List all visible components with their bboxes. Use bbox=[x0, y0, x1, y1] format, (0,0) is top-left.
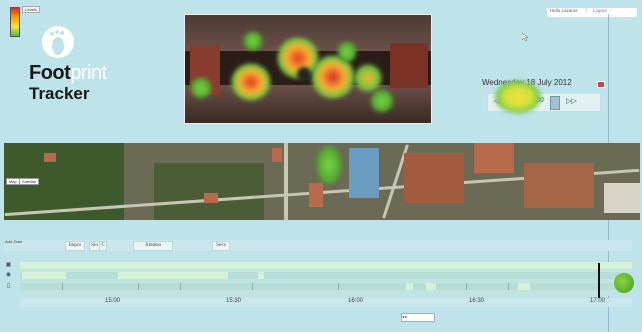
play-pause-button[interactable] bbox=[550, 96, 560, 110]
time-label: 17:00 bbox=[590, 298, 606, 304]
time-label: 15:00 bbox=[105, 298, 121, 304]
add-zone-button[interactable]: Add Zone bbox=[5, 240, 22, 244]
map-type-map-button[interactable]: Map bbox=[6, 178, 20, 185]
activity-segment[interactable] bbox=[118, 272, 228, 279]
heat-blob bbox=[337, 41, 357, 63]
timeline-tick bbox=[138, 283, 139, 290]
header-separator: | bbox=[586, 8, 588, 13]
heat-legend-gradient bbox=[10, 7, 20, 37]
heat-blob bbox=[231, 63, 271, 101]
map-building bbox=[272, 148, 282, 162]
map-building bbox=[44, 153, 56, 162]
timeline-tick bbox=[62, 283, 63, 290]
map-vegetation bbox=[154, 163, 264, 220]
camera-row-icon: ▣ bbox=[5, 262, 12, 268]
filter-chip[interactable]: Almeno bbox=[133, 241, 173, 251]
filter-chip[interactable]: Seve bbox=[212, 241, 230, 251]
filter-chip[interactable]: Impro bbox=[65, 241, 85, 251]
time-label: 15:30 bbox=[226, 298, 242, 304]
time-label: 16:00 bbox=[348, 298, 364, 304]
timeline-tick bbox=[466, 283, 467, 290]
activity-segment[interactable] bbox=[258, 272, 264, 279]
map-building bbox=[524, 163, 594, 208]
calendar-icon[interactable] bbox=[597, 81, 605, 88]
map-building bbox=[404, 153, 464, 203]
next-button[interactable]: ▷▷ bbox=[566, 97, 577, 105]
brand-name: Footprint bbox=[29, 62, 107, 84]
shelf bbox=[390, 43, 428, 88]
brand-subtitle: Tracker bbox=[29, 84, 90, 103]
map-building bbox=[604, 183, 640, 213]
camera-heatmap-view[interactable] bbox=[184, 14, 432, 124]
map-heat-blob bbox=[316, 145, 342, 185]
activity-segment[interactable] bbox=[406, 283, 413, 290]
timeline-track-map[interactable] bbox=[20, 272, 632, 279]
heat-blob bbox=[370, 89, 394, 113]
map-building bbox=[349, 148, 379, 198]
heat-blob-overlay bbox=[494, 80, 542, 114]
map-building bbox=[474, 143, 514, 173]
map-building bbox=[309, 183, 323, 207]
timeline-tick bbox=[508, 283, 509, 290]
camera-hub-icon bbox=[297, 67, 311, 81]
timeline-scrollbar[interactable]: ◂ ▸ bbox=[401, 313, 435, 322]
timeline-tick bbox=[338, 283, 339, 290]
logout-link[interactable]: Logout bbox=[593, 8, 607, 13]
activity-segment[interactable] bbox=[426, 283, 436, 290]
timeline-tick bbox=[180, 283, 181, 290]
map-road bbox=[284, 143, 288, 220]
heat-legend-label: Levels bbox=[22, 6, 40, 13]
activity-segment[interactable] bbox=[518, 283, 530, 290]
device-row-icon: ▯ bbox=[6, 283, 11, 289]
timeline-playhead[interactable] bbox=[598, 263, 600, 299]
map-building bbox=[204, 193, 218, 203]
heat-blob bbox=[190, 77, 212, 99]
filter-chip[interactable]: C bbox=[99, 241, 107, 251]
map-row-icon: ◉ bbox=[5, 272, 12, 278]
camera-floor bbox=[185, 85, 431, 123]
map-type-satellite-button[interactable]: Satellite bbox=[19, 178, 40, 185]
footprint-logo-icon bbox=[42, 26, 74, 58]
user-link[interactable]: Hello Lazarus bbox=[550, 8, 578, 13]
activity-segment[interactable] bbox=[22, 272, 66, 279]
heat-blob bbox=[243, 31, 263, 51]
time-label: 16:30 bbox=[469, 298, 485, 304]
timeline-track-camera[interactable] bbox=[20, 262, 632, 269]
play-indicator-icon[interactable] bbox=[614, 273, 634, 293]
mouse-cursor-icon bbox=[522, 33, 528, 41]
timeline-tick bbox=[252, 283, 253, 290]
satellite-map[interactable]: Map Satellite bbox=[4, 143, 640, 220]
timeline-track-device[interactable] bbox=[20, 283, 632, 290]
